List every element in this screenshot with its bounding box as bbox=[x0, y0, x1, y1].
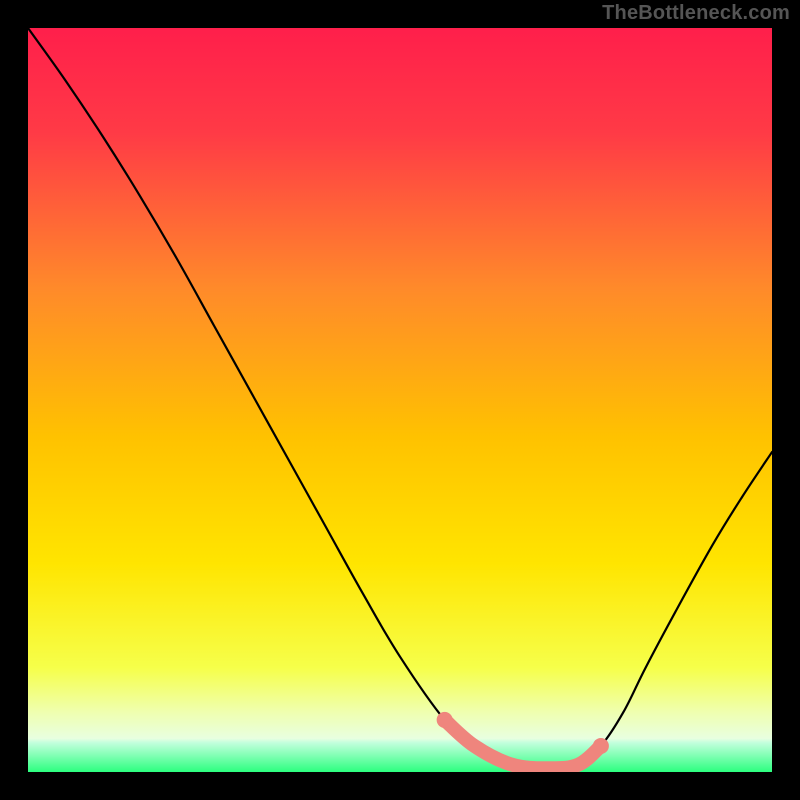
gradient-background bbox=[28, 28, 772, 772]
highlight-dot bbox=[437, 712, 453, 728]
plot-svg bbox=[28, 28, 772, 772]
chart-frame: TheBottleneck.com bbox=[0, 0, 800, 800]
highlight-dot bbox=[593, 738, 609, 754]
watermark-text: TheBottleneck.com bbox=[602, 2, 790, 25]
plot-area bbox=[28, 28, 772, 772]
